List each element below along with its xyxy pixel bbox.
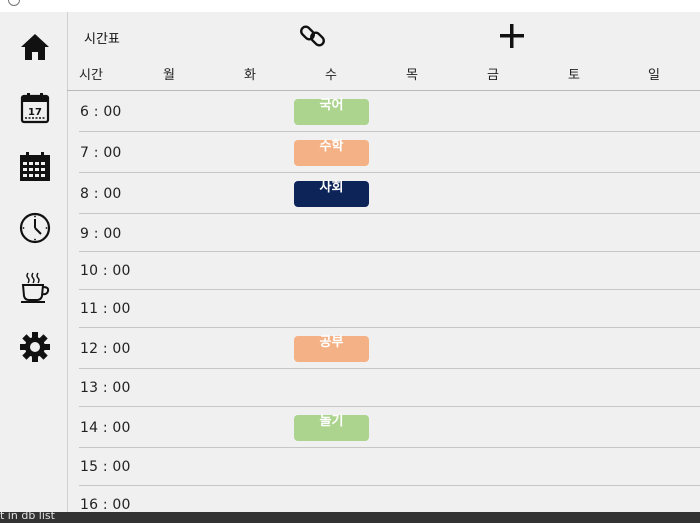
- status-text: t in db list: [0, 512, 55, 522]
- add-button[interactable]: [498, 22, 526, 50]
- time-label: 10 : 00: [80, 263, 131, 279]
- time-label: 14 : 00: [80, 420, 131, 436]
- time-label: 9 : 00: [80, 226, 122, 242]
- day-header-tue: 화: [244, 68, 256, 83]
- window-titlebar: — ✕: [0, 0, 700, 12]
- link-icon: [300, 25, 325, 47]
- page-title: 시간표: [84, 32, 120, 47]
- day-header-sat: 토: [568, 68, 580, 83]
- sidebar-item-home[interactable]: [18, 30, 52, 64]
- day-header-wed: 수: [325, 68, 337, 83]
- time-label: 7 : 00: [80, 145, 122, 161]
- calendar-grid-icon: [20, 152, 50, 181]
- gear-icon: [20, 332, 50, 362]
- sidebar: 17: [0, 12, 68, 512]
- sidebar-item-calendar-day[interactable]: 17: [18, 91, 52, 125]
- table-row: 15 : 00: [79, 448, 700, 486]
- event-block[interactable]: 수학: [294, 140, 369, 166]
- time-label: 16 : 00: [80, 497, 131, 513]
- sidebar-item-settings[interactable]: [18, 330, 52, 364]
- link-button[interactable]: [300, 24, 326, 48]
- table-row: 10 : 00: [79, 252, 700, 290]
- plus-icon: [500, 24, 524, 48]
- minimize-button[interactable]: —: [630, 0, 642, 4]
- coffee-cup-icon: [21, 272, 50, 303]
- sidebar-item-coffee[interactable]: [18, 271, 52, 305]
- event-block[interactable]: 공부: [294, 336, 369, 362]
- app-icon: [8, 0, 20, 6]
- time-label: 11 : 00: [80, 301, 131, 317]
- table-row: 6 : 00: [79, 91, 700, 132]
- time-column-header: 시간: [79, 68, 103, 83]
- app-window: 17 시간표 시간 월 화 수 목 금 토 일 6: 00 7: 00 8 …: [0, 12, 700, 513]
- table-row: 7 : 00: [79, 132, 700, 173]
- sidebar-item-clock[interactable]: [18, 211, 52, 245]
- day-header-sun: 일: [648, 68, 660, 83]
- table-header: 시간 월 화 수 목 금 토 일: [67, 60, 700, 91]
- home-icon: [21, 34, 49, 60]
- status-bar: t in db list: [0, 512, 700, 523]
- table-row: 11 : 00: [79, 290, 700, 328]
- calendar-day-number: 17: [28, 107, 42, 118]
- day-header-thu: 목: [406, 68, 418, 83]
- time-label: 8 : 00: [80, 186, 122, 202]
- table-row: 12 : 00: [79, 328, 700, 369]
- event-block[interactable]: 놀기: [294, 415, 369, 441]
- event-block[interactable]: 국어: [294, 99, 369, 125]
- close-button[interactable]: ✕: [676, 0, 686, 4]
- event-block[interactable]: 사회: [294, 181, 369, 207]
- clock-icon: [19, 212, 51, 244]
- table-row: 9 : 00: [79, 214, 700, 252]
- day-header-mon: 월: [163, 68, 175, 83]
- time-label: 15 : 00: [80, 459, 131, 475]
- sidebar-item-calendar-month[interactable]: [18, 150, 52, 184]
- table-row: 8 : 00: [79, 173, 700, 214]
- table-row: 13 : 00: [79, 369, 700, 407]
- time-label: 12 : 00: [80, 341, 131, 357]
- day-header-fri: 금: [487, 68, 499, 83]
- time-label: 6 : 00: [80, 104, 122, 120]
- time-label: 13 : 00: [80, 380, 131, 396]
- table-row: 14 : 00: [79, 407, 700, 448]
- calendar-17-icon: 17: [20, 93, 50, 124]
